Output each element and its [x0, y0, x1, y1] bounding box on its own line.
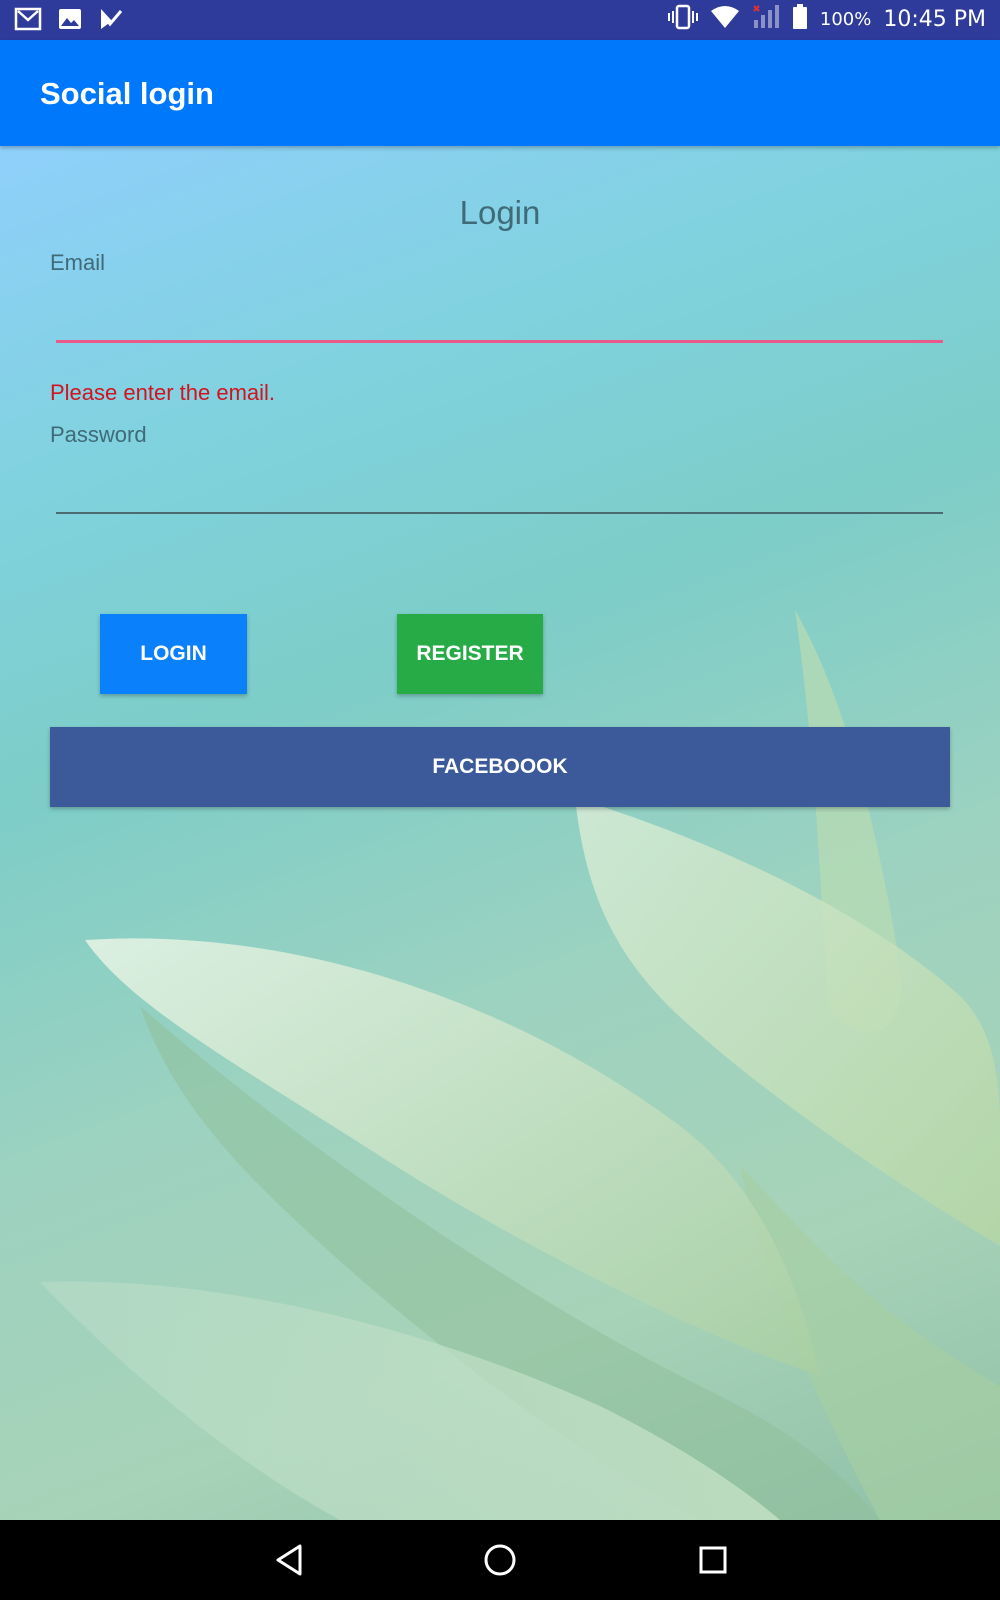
facebook-login-button[interactable]: FACEBOOOK — [50, 727, 950, 807]
clock: 10:45 PM — [883, 7, 986, 32]
app-title: Social login — [40, 76, 214, 111]
battery-icon — [792, 4, 808, 35]
notification-icons — [14, 6, 124, 36]
gallery-icon — [58, 7, 82, 35]
battery-percent: 100% — [819, 9, 872, 30]
email-error-message: Please enter the email. — [50, 380, 276, 405]
back-icon[interactable] — [268, 1538, 312, 1582]
login-form-area: Login Email Please enter the email. Pass… — [0, 146, 1000, 1520]
status-bar: 100% 10:45 PM — [0, 0, 1000, 40]
password-input[interactable] — [56, 472, 943, 514]
gmail-icon — [14, 6, 42, 36]
email-label: Email — [50, 250, 106, 275]
app-bar: Social login — [0, 40, 1000, 146]
vibrate-icon — [667, 4, 698, 35]
signal-icon — [752, 4, 780, 35]
login-title: Login — [459, 194, 541, 231]
phone-screen: 100% 10:45 PM Social login Login Email P… — [0, 0, 1000, 1600]
register-button[interactable]: REGISTER — [397, 614, 543, 694]
leaf-background-image — [40, 610, 1000, 1520]
password-label: Password — [50, 422, 147, 447]
recents-icon[interactable] — [691, 1538, 735, 1582]
navigation-bar — [0, 1520, 1000, 1600]
email-input[interactable] — [56, 300, 943, 343]
system-icons: 100% 10:45 PM — [667, 4, 986, 35]
home-icon[interactable] — [478, 1538, 522, 1582]
tasks-icon — [98, 7, 124, 35]
login-button[interactable]: LOGIN — [100, 614, 247, 694]
wifi-icon — [710, 5, 740, 34]
